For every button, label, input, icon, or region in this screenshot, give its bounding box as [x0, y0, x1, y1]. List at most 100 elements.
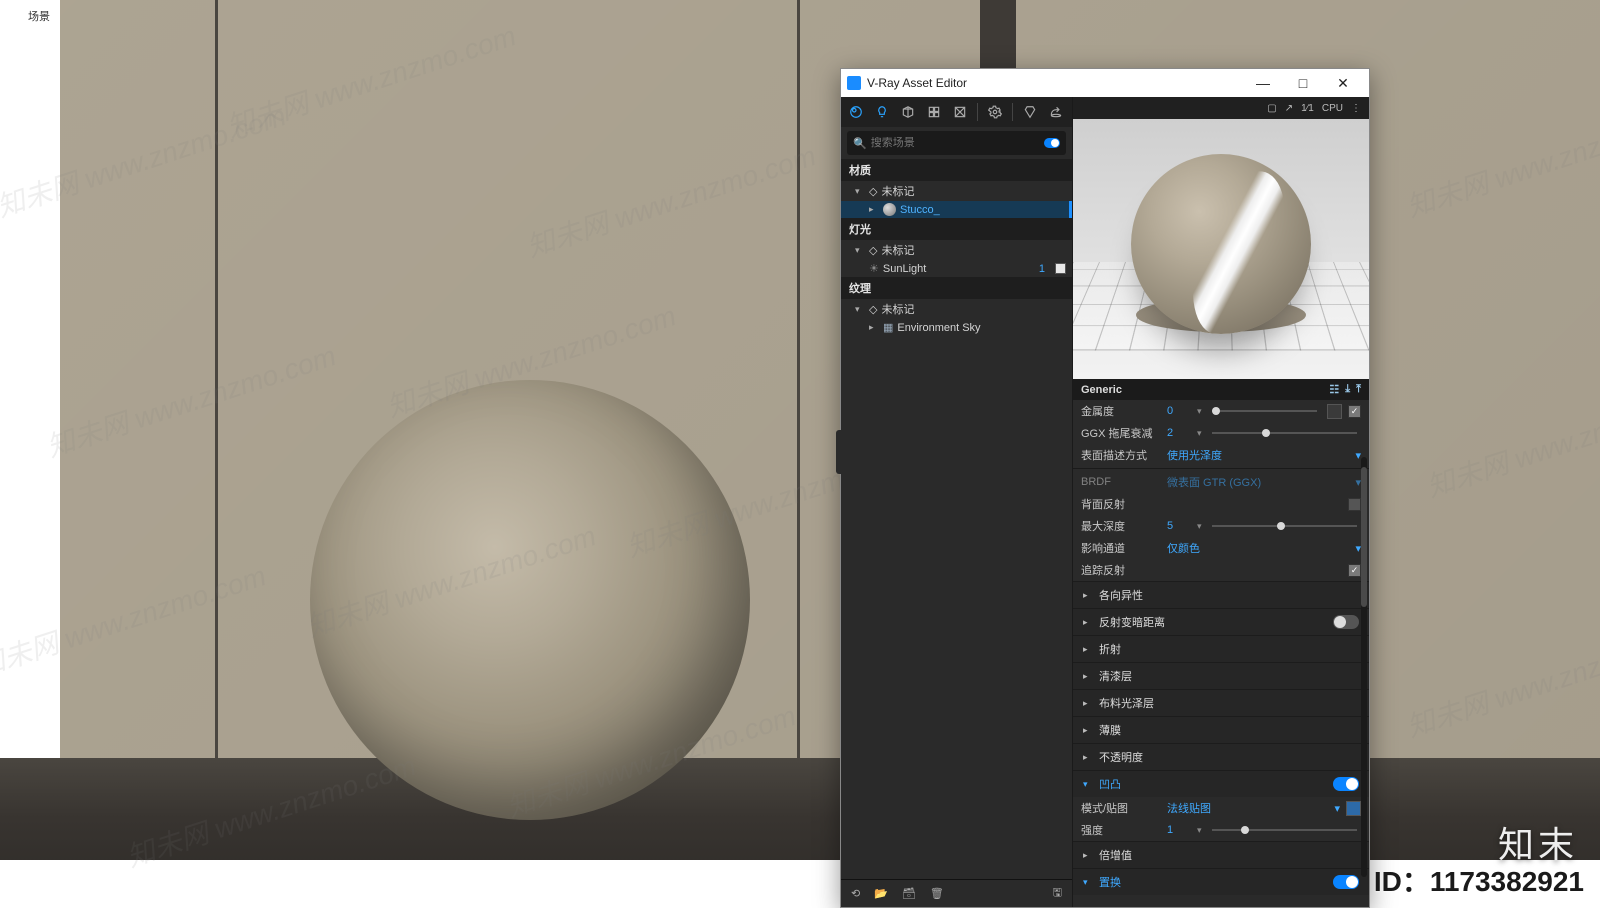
right-panel: ▢ ↗ 1⁄1 CPU ⋮ Generic ☷ ⤓ ⤒ [1073, 97, 1369, 907]
tree-group-untagged-tex[interactable]: ▾ ◇ 未标记 [841, 299, 1072, 319]
import-icon[interactable]: ⤒ [1356, 383, 1361, 396]
host-menu-label[interactable]: 场景 [28, 8, 50, 24]
purge-icon[interactable]: 🗃 [902, 887, 916, 900]
dropdown[interactable]: 微表面 GTR (GGX) [1167, 474, 1349, 490]
checkbox[interactable] [1348, 564, 1361, 577]
panel-collapse-handle[interactable] [836, 430, 842, 474]
home-icon[interactable]: ⟲ [851, 887, 860, 900]
preview-nav-icon[interactable]: ↗ [1285, 103, 1293, 114]
vray-asset-editor-window: V-Ray Asset Editor — □ ✕ [840, 68, 1370, 908]
tab-render-elements-icon[interactable] [923, 101, 945, 123]
prop-brdf: BRDF 微表面 GTR (GGX) ▾ [1073, 471, 1369, 493]
preview-mode-label[interactable]: CPU [1322, 103, 1343, 114]
value[interactable]: 1 [1167, 824, 1191, 836]
prop-max-depth: 最大深度 5 ▾ [1073, 515, 1369, 537]
section-refraction[interactable]: ▸折射 [1073, 635, 1369, 662]
tree-item-env-sky[interactable]: ▸ ▦ Environment Sky [841, 319, 1072, 336]
tree-item-sunlight[interactable]: ☀ SunLight 1 [841, 260, 1072, 277]
section-title: Generic [1081, 384, 1122, 396]
tree-label: SunLight [883, 263, 1035, 275]
tree-label: 未标记 [881, 301, 1066, 317]
slider[interactable] [1212, 525, 1357, 527]
open-icon[interactable]: 📂 [874, 887, 888, 900]
section-refl-dim[interactable]: ▸反射变暗距离 [1073, 608, 1369, 635]
prop-ggx-tail: GGX 拖尾衰减 2 ▾ [1073, 422, 1369, 444]
material-preview[interactable] [1073, 119, 1369, 379]
prop-affect-channels: 影响通道 仅颜色 ▾ [1073, 537, 1369, 559]
enable-checkbox[interactable] [1348, 405, 1361, 418]
prop-trace-refl: 追踪反射 [1073, 559, 1369, 581]
tab-lights-icon[interactable] [871, 101, 893, 123]
dropdown[interactable]: 法线贴图 [1167, 800, 1328, 816]
search-filter-toggle[interactable] [1044, 138, 1060, 148]
window-title: V-Ray Asset Editor [867, 76, 967, 90]
value[interactable]: 2 [1167, 427, 1191, 439]
tag-icon: ◇ [869, 185, 877, 198]
slider[interactable] [1212, 432, 1357, 434]
prop-bump-strength: 强度 1 ▾ [1073, 819, 1369, 841]
tag-icon: ◇ [869, 303, 877, 316]
section-multiplier[interactable]: ▸倍增值 [1073, 841, 1369, 868]
map-slot[interactable] [1346, 801, 1361, 816]
preview-menu-icon[interactable]: ⋮ [1351, 103, 1363, 114]
bump-properties: 模式/贴图 法线贴图 ▾ 强度 1 ▾ [1073, 797, 1369, 841]
checkbox[interactable] [1348, 498, 1361, 511]
chevron-down-icon[interactable]: ▾ [1334, 802, 1340, 815]
tab-textures-icon[interactable] [949, 101, 971, 123]
section-opacity[interactable]: ▸不透明度 [1073, 743, 1369, 770]
preview-scale-label[interactable]: 1⁄1 [1301, 103, 1314, 114]
save-icon[interactable]: 🖫 [1053, 884, 1062, 903]
section-thinfilm[interactable]: ▸薄膜 [1073, 716, 1369, 743]
expand-icon: ▾ [855, 245, 865, 256]
scene-ball [310, 380, 750, 820]
prop-backface-refl: 背面反射 [1073, 493, 1369, 515]
tree-header-textures: 纹理 [841, 277, 1072, 299]
tree-group-untagged-mats[interactable]: ▾ ◇ 未标记 [841, 181, 1072, 201]
search-box[interactable]: 🔍 [847, 131, 1066, 155]
tag-icon: ◇ [869, 244, 877, 257]
preview-toolbar: ▢ ↗ 1⁄1 CPU ⋮ [1073, 97, 1369, 119]
value[interactable]: 5 [1167, 520, 1191, 532]
tab-settings-icon[interactable] [984, 101, 1006, 123]
asset-tree: 材质 ▾ ◇ 未标记 ▸ Stucco_ 灯光 ▾ [841, 159, 1072, 879]
enable-checkbox[interactable] [1055, 263, 1066, 274]
section-bump[interactable]: ▾凹凸 [1073, 770, 1369, 797]
value[interactable]: 0 [1167, 405, 1191, 417]
search-icon: 🔍 [853, 137, 867, 150]
section-toggle[interactable] [1333, 875, 1359, 889]
section-header-generic[interactable]: Generic ☷ ⤓ ⤒ [1073, 379, 1369, 400]
section-toggle[interactable] [1333, 777, 1359, 791]
export-icon[interactable]: ⤓ [1345, 383, 1350, 396]
settings-icon[interactable]: ☷ [1329, 383, 1339, 396]
tab-framebuffer-icon[interactable] [1019, 101, 1041, 123]
window-titlebar[interactable]: V-Ray Asset Editor — □ ✕ [841, 69, 1369, 97]
tree-group-untagged-lights[interactable]: ▾ ◇ 未标记 [841, 240, 1072, 260]
expand-icon: ▸ [869, 322, 879, 333]
properties-scrollbar[interactable] [1361, 457, 1367, 877]
dropdown[interactable]: 仅颜色 [1167, 540, 1349, 556]
category-tabstrip [841, 97, 1072, 127]
prop-bump-mode: 模式/贴图 法线贴图 ▾ [1073, 797, 1369, 819]
tab-render-icon[interactable] [1045, 101, 1067, 123]
window-close-button[interactable]: ✕ [1323, 69, 1363, 97]
section-toggle[interactable] [1333, 615, 1359, 629]
tree-item-stucco[interactable]: ▸ Stucco_ [841, 201, 1072, 218]
vray-app-icon [847, 76, 861, 90]
window-minimize-button[interactable]: — [1243, 69, 1283, 97]
delete-icon[interactable]: 🗑 [930, 887, 944, 900]
section-anisotropy[interactable]: ▸各向异性 [1073, 581, 1369, 608]
window-maximize-button[interactable]: □ [1283, 69, 1323, 97]
map-slot[interactable] [1327, 404, 1342, 419]
search-input[interactable] [871, 137, 1044, 149]
preview-popout-icon[interactable]: ▢ [1267, 103, 1276, 114]
slider[interactable] [1212, 829, 1357, 831]
section-sheen[interactable]: ▸布料光泽层 [1073, 689, 1369, 716]
material-swatch-icon [883, 203, 896, 216]
slider[interactable] [1212, 410, 1317, 412]
dropdown[interactable]: 使用光泽度 [1167, 447, 1349, 463]
tab-geometry-icon[interactable] [897, 101, 919, 123]
sun-icon: ☀ [869, 262, 879, 275]
tab-materials-icon[interactable] [845, 101, 867, 123]
section-last[interactable]: ▾置换 [1073, 868, 1369, 895]
section-coat[interactable]: ▸清漆层 [1073, 662, 1369, 689]
